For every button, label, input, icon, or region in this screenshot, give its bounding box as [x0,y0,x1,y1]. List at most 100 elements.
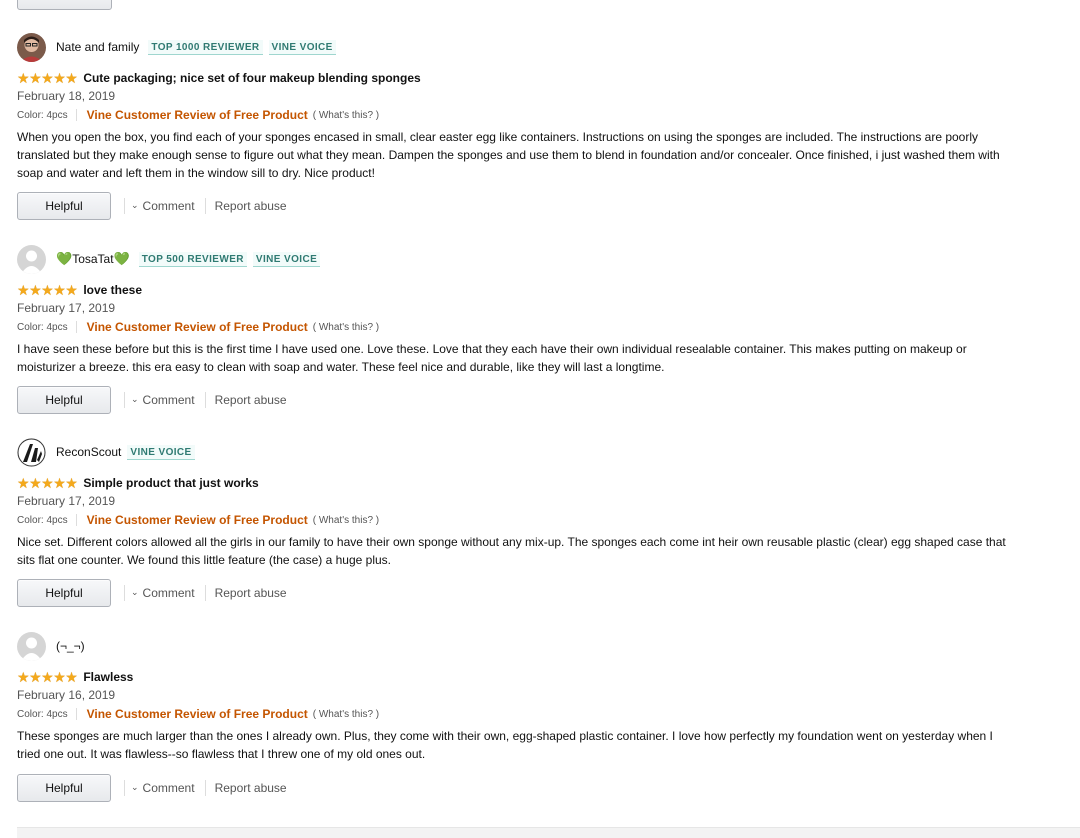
vine-review-label: Vine Customer Review of Free Product [86,320,308,334]
helpful-button-previous[interactable] [17,0,112,10]
helpful-button[interactable]: Helpful [17,192,111,220]
whats-this-link[interactable]: ( What's this? ) [313,322,379,333]
report-abuse-link[interactable]: Report abuse [215,586,287,600]
reviewer-name-wrapper[interactable]: 💚TosaTat💚 [56,251,130,267]
divider [204,585,206,601]
review-date: February 18, 2019 [17,89,116,103]
rating-and-title: ★ ★ ★ ★ ★ Flawless [17,669,133,685]
divider [124,585,125,601]
helpful-button[interactable]: Helpful [17,579,111,607]
review-meta: Color: 4pcs Vine Customer Review of Free… [17,513,379,527]
avatar [17,437,46,467]
reviewer-profile[interactable]: (¬_¬) [17,631,85,661]
reviewer-name[interactable]: (¬_¬) [56,639,85,653]
rating-and-title: ★ ★ ★ ★ ★ love these [17,282,142,298]
review-title[interactable]: Simple product that just works [83,476,258,490]
star-icon: ★ [17,669,30,685]
rating-and-title: ★ ★ ★ ★ ★ Simple product that just works [17,475,259,491]
vine-voice-badge[interactable]: VINE VOICE [127,444,195,460]
star-icon: ★ [41,669,54,685]
chevron-down-icon: ⌄ [131,199,139,210]
reviewer-profile[interactable]: Nate and family TOP 1000 REVIEWER VINE V… [17,32,336,62]
reviewer-profile[interactable]: 💚TosaTat💚 TOP 500 REVIEWER VINE VOICE [17,244,321,274]
review-actions: Helpful ⌄ Comment Report abuse [17,578,287,608]
helpful-button[interactable]: Helpful [17,774,111,802]
person-silhouette-icon [17,631,46,661]
helpful-button[interactable]: Helpful [17,386,111,414]
divider [75,708,77,720]
star-icon: ★ [29,475,42,491]
person-silhouette-icon [17,244,46,274]
vine-voice-badge[interactable]: VINE VOICE [268,39,336,55]
review-actions: Helpful ⌄ Comment Report abuse [17,385,287,415]
star-rating[interactable]: ★ ★ ★ ★ ★ [17,282,78,298]
star-rating[interactable]: ★ ★ ★ ★ ★ [17,669,78,685]
divider [204,780,206,796]
star-icon: ★ [17,282,30,298]
star-icon: ★ [53,669,66,685]
review-date: February 17, 2019 [17,494,116,508]
review-date: February 16, 2019 [17,688,116,702]
review-title[interactable]: Cute packaging; nice set of four makeup … [83,71,420,85]
vine-review-label: Vine Customer Review of Free Product [86,108,308,122]
color-variant[interactable]: Color: 4pcs [17,709,68,720]
review-title[interactable]: Flawless [83,670,133,684]
comment-link[interactable]: ⌄ Comment [131,586,195,600]
star-icon: ★ [41,70,54,86]
whats-this-link[interactable]: ( What's this? ) [313,709,379,720]
review-body: These sponges are much larger than the o… [17,729,993,761]
review-meta: Color: 4pcs Vine Customer Review of Free… [17,707,379,721]
review-date: February 17, 2019 [17,301,116,315]
divider [204,392,206,408]
vine-review-label: Vine Customer Review of Free Product [86,513,308,527]
review-meta: Color: 4pcs Vine Customer Review of Free… [17,320,379,334]
star-icon: ★ [41,475,54,491]
report-abuse-link[interactable]: Report abuse [215,199,287,213]
star-icon: ★ [17,475,30,491]
divider [75,514,77,526]
whats-this-link[interactable]: ( What's this? ) [313,515,379,526]
top-reviewer-badge[interactable]: TOP 500 REVIEWER [138,251,247,267]
reviewer-name: TosaTat [72,252,114,266]
comment-label: Comment [142,199,195,213]
color-variant[interactable]: Color: 4pcs [17,515,68,526]
star-icon: ★ [41,282,54,298]
divider [75,109,77,121]
heart-icon: 💚 [113,251,130,266]
comment-link[interactable]: ⌄ Comment [131,393,195,407]
review-actions: Helpful ⌄ Comment Report abuse [17,191,287,221]
avatar [17,631,46,661]
star-icon: ★ [29,669,42,685]
top-reviewer-badge[interactable]: TOP 1000 REVIEWER [148,39,263,55]
report-abuse-link[interactable]: Report abuse [215,393,287,407]
comment-label: Comment [142,393,195,407]
star-icon: ★ [53,70,66,86]
star-icon: ★ [29,70,42,86]
star-icon: ★ [17,70,30,86]
divider [124,392,125,408]
star-icon: ★ [53,475,66,491]
vine-voice-badge[interactable]: VINE VOICE [252,251,321,267]
star-icon: ★ [65,669,78,685]
whats-this-link[interactable]: ( What's this? ) [313,110,379,121]
section-footer-bar [17,827,1080,838]
review-body: When you open the box, you find each of … [17,130,1000,180]
star-rating[interactable]: ★ ★ ★ ★ ★ [17,475,78,491]
avatar [17,32,46,62]
reviewer-profile[interactable]: ReconScout VINE VOICE [17,437,195,467]
review-title[interactable]: love these [83,283,142,297]
color-variant[interactable]: Color: 4pcs [17,322,68,333]
report-abuse-link[interactable]: Report abuse [215,781,287,795]
comment-link[interactable]: ⌄ Comment [131,199,195,213]
divider [124,198,125,214]
divider [124,780,125,796]
star-rating[interactable]: ★ ★ ★ ★ ★ [17,70,78,86]
reviewer-name[interactable]: ReconScout [56,445,121,459]
vine-review-label: Vine Customer Review of Free Product [86,707,308,721]
review-actions: Helpful ⌄ Comment Report abuse [17,773,287,803]
color-variant[interactable]: Color: 4pcs [17,110,68,121]
divider [204,198,206,214]
review-body: Nice set. Different colors allowed all t… [17,535,1006,567]
comment-link[interactable]: ⌄ Comment [131,781,195,795]
reviewer-name[interactable]: Nate and family [56,40,139,54]
